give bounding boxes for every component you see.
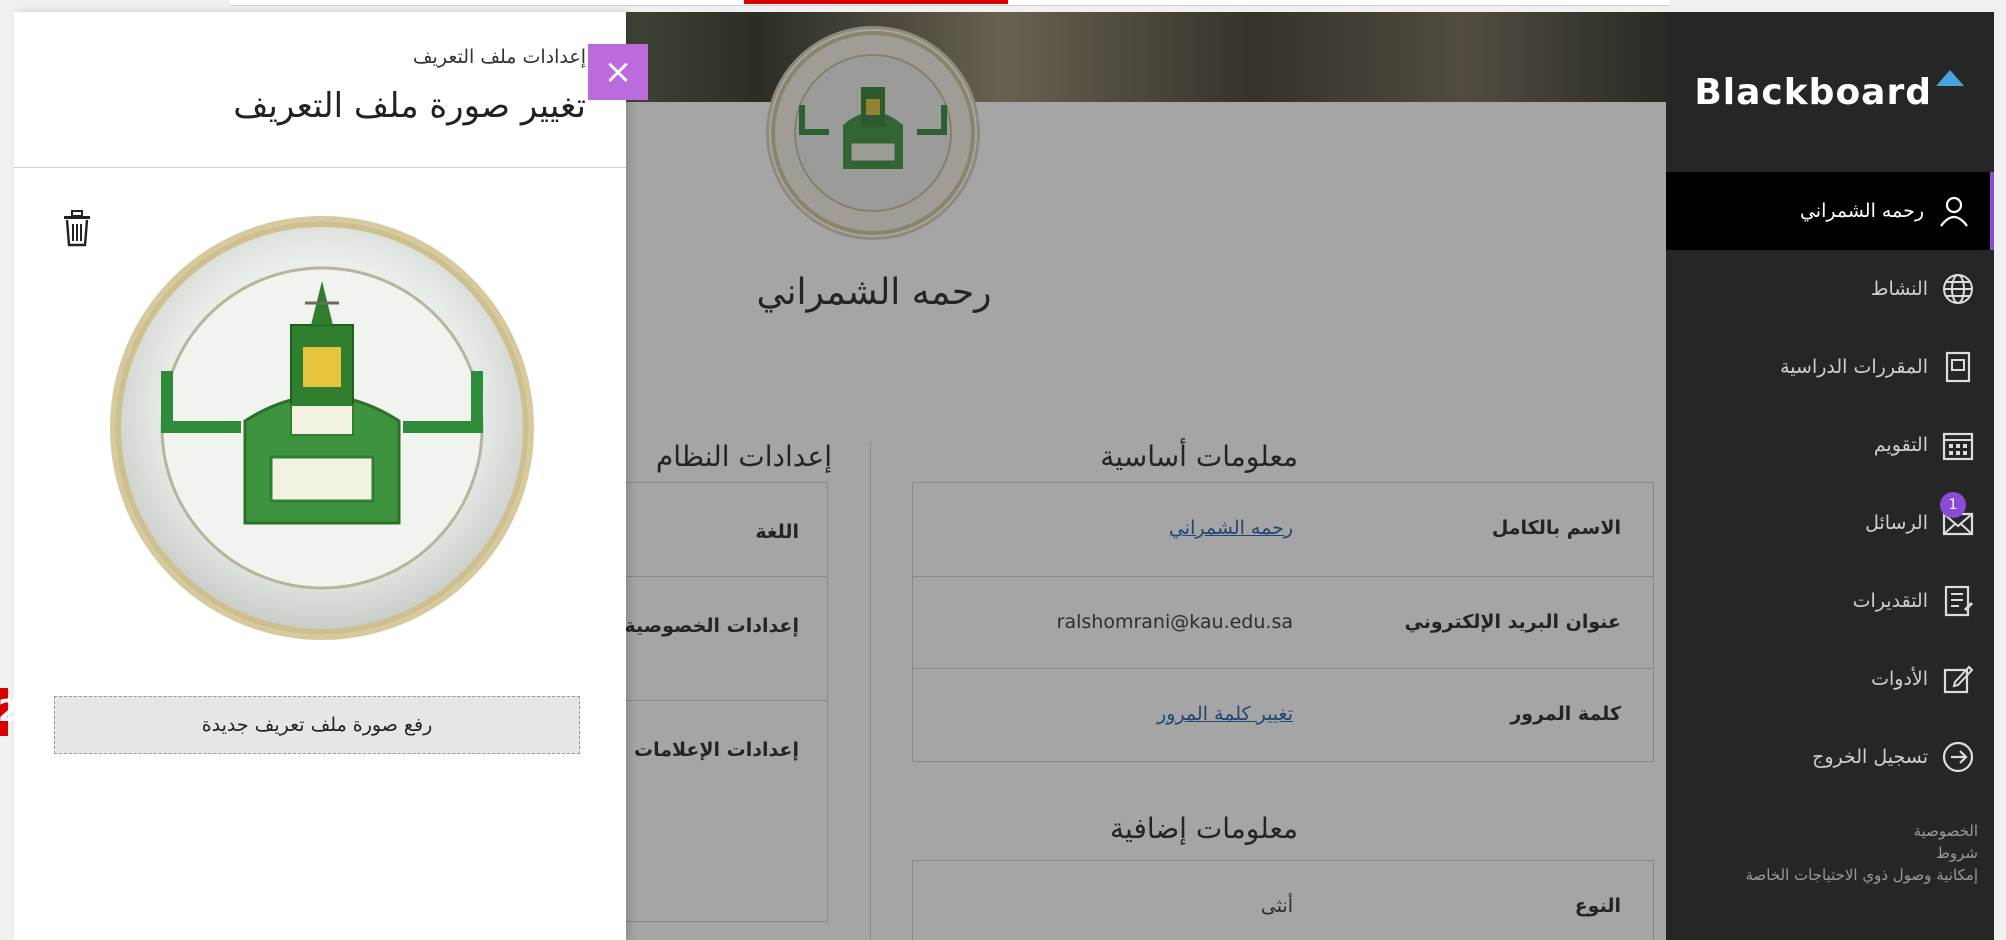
highlight-marker (744, 0, 1008, 4)
panel-title: تغيير صورة ملف التعريف (233, 86, 586, 126)
sidebar-item-logout[interactable]: تسجيل الخروج (1666, 718, 1994, 796)
sidebar-item-label: النشاط (1870, 278, 1928, 300)
tools-icon (1938, 659, 1978, 699)
sidebar-item-messages[interactable]: 1 الرسائل (1666, 484, 1994, 562)
current-profile-picture (110, 216, 534, 640)
globe-icon (1938, 269, 1978, 309)
annotation-number: 2 (0, 694, 19, 729)
sidebar: Blackboard رحمه الشمراني النشاط المقررات… (1666, 12, 1994, 940)
browser-viewport: رحمه الشمراني معلومات أساسية الاسم بالكا… (0, 0, 2006, 940)
sidebar-item-label: التقويم (1873, 434, 1928, 456)
university-seal-icon (115, 221, 529, 635)
accessibility-link[interactable]: إمكانية وصول ذوي الاحتياجات الخاصة (1718, 864, 1978, 886)
panel-breadcrumb: إعدادات ملف التعريف (412, 46, 586, 68)
profile-picture-panel: إعدادات ملف التعريف تغيير صورة ملف التعر… (14, 12, 626, 940)
messages-badge: 1 (1940, 492, 1966, 518)
sidebar-item-tools[interactable]: الأدوات (1666, 640, 1994, 718)
brand-mark-icon (1936, 70, 1964, 86)
sidebar-footer: الخصوصية شروط إمكانية وصول ذوي الاحتياجا… (1718, 820, 1978, 886)
sidebar-nav: رحمه الشمراني النشاط المقررات الدراسية ا… (1666, 172, 1994, 796)
trash-icon (64, 210, 90, 247)
calendar-icon (1938, 425, 1978, 465)
privacy-link[interactable]: الخصوصية (1718, 820, 1978, 842)
sidebar-item-label: الرسائل (1865, 512, 1928, 534)
sidebar-item-label: التقديرات (1852, 590, 1928, 612)
sidebar-item-grades[interactable]: التقديرات (1666, 562, 1994, 640)
panel-header: إعدادات ملف التعريف تغيير صورة ملف التعر… (14, 12, 626, 168)
sidebar-item-label: تسجيل الخروج (1812, 746, 1928, 768)
upload-new-photo-button[interactable]: رفع صورة ملف تعريف جديدة (54, 696, 580, 754)
grades-icon (1938, 581, 1978, 621)
sidebar-item-activity[interactable]: النشاط (1666, 250, 1994, 328)
close-icon: × (603, 52, 633, 92)
sidebar-item-calendar[interactable]: التقويم (1666, 406, 1994, 484)
close-panel-button[interactable]: × (588, 44, 648, 100)
sidebar-item-label: المقررات الدراسية (1780, 356, 1928, 378)
person-icon (1934, 191, 1974, 231)
delete-photo-button[interactable] (60, 208, 94, 248)
sidebar-item-profile[interactable]: رحمه الشمراني (1666, 172, 1994, 250)
logout-icon (1938, 737, 1978, 777)
brand-logo: Blackboard (1694, 72, 1932, 113)
sidebar-item-courses[interactable]: المقررات الدراسية (1666, 328, 1994, 406)
sidebar-item-label: رحمه الشمراني (1799, 200, 1924, 222)
courses-icon (1938, 347, 1978, 387)
terms-link[interactable]: شروط (1718, 842, 1978, 864)
sidebar-item-label: الأدوات (1871, 668, 1928, 690)
